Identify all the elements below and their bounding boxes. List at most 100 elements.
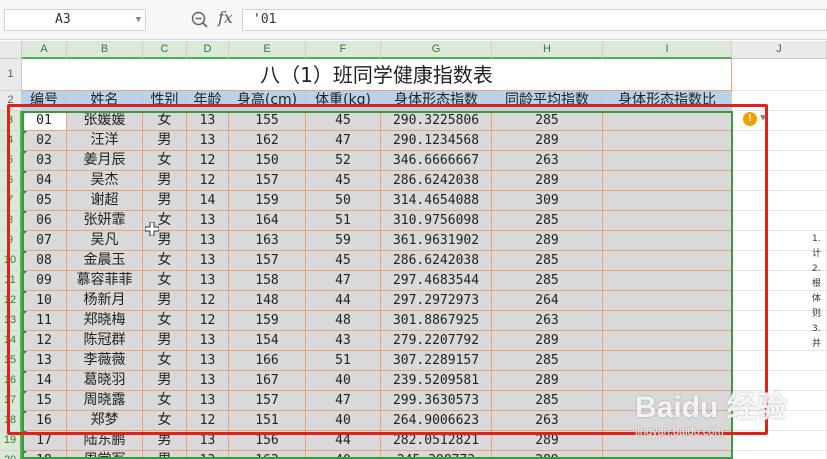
table-cell[interactable]: 285 <box>492 391 603 411</box>
chevron-down-icon[interactable]: ▼ <box>136 10 141 30</box>
select-all-corner[interactable] <box>0 41 22 59</box>
table-cell[interactable]: 158 <box>229 271 306 291</box>
table-cell[interactable]: 06 <box>22 211 67 231</box>
table-cell[interactable]: 289 <box>492 131 603 151</box>
table-cell[interactable]: 150 <box>229 151 306 171</box>
table-cell[interactable]: 郑梦 <box>67 411 143 431</box>
column-header-C[interactable]: C <box>143 41 187 59</box>
table-cell[interactable]: 13 <box>22 351 67 371</box>
row-header-4[interactable]: 4 <box>0 131 22 151</box>
table-cell[interactable]: 02 <box>22 131 67 151</box>
table-cell[interactable] <box>603 211 732 231</box>
row-header-11[interactable]: 11 <box>0 271 22 291</box>
cell-J[interactable] <box>732 451 827 459</box>
table-cell[interactable]: 12 <box>187 311 229 331</box>
table-cell[interactable]: 女 <box>143 251 187 271</box>
table-cell[interactable]: 13 <box>187 111 229 131</box>
table-cell[interactable]: 张媛媛 <box>67 111 143 131</box>
cell-J[interactable] <box>732 171 827 191</box>
table-cell[interactable]: 女 <box>143 271 187 291</box>
table-cell[interactable]: 285 <box>492 271 603 291</box>
table-cell[interactable]: 263 <box>492 151 603 171</box>
table-cell[interactable]: 346.6666667 <box>381 151 492 171</box>
table-cell[interactable]: 男 <box>143 171 187 191</box>
table-cell[interactable]: 47 <box>306 391 381 411</box>
table-cell[interactable]: 51 <box>306 211 381 231</box>
table-cell[interactable] <box>603 271 732 291</box>
table-cell[interactable]: 17 <box>22 431 67 451</box>
cell-J[interactable] <box>732 211 827 231</box>
table-cell[interactable]: 45 <box>306 171 381 191</box>
table-cell[interactable]: 18 <box>22 451 67 459</box>
table-cell[interactable]: 40 <box>306 411 381 431</box>
column-title-cell[interactable]: 同龄平均指数 <box>492 91 603 111</box>
table-cell[interactable]: 葛晓羽 <box>67 371 143 391</box>
table-cell[interactable]: 李薇薇 <box>67 351 143 371</box>
table-cell[interactable]: 03 <box>22 151 67 171</box>
table-cell[interactable]: 周堂军 <box>67 451 143 459</box>
table-cell[interactable]: 299.3630573 <box>381 391 492 411</box>
row-header-10[interactable]: 10 <box>0 251 22 271</box>
table-cell[interactable] <box>603 151 732 171</box>
table-cell[interactable]: 290.1234568 <box>381 131 492 151</box>
table-cell[interactable]: 13 <box>187 331 229 351</box>
cell-J[interactable] <box>732 191 827 211</box>
table-cell[interactable]: 163 <box>229 231 306 251</box>
table-cell[interactable] <box>603 111 732 131</box>
table-cell[interactable]: 301.8867925 <box>381 311 492 331</box>
table-cell[interactable]: 157 <box>229 391 306 411</box>
table-cell[interactable]: 50 <box>306 191 381 211</box>
table-cell[interactable]: 297.4683544 <box>381 271 492 291</box>
table-cell[interactable] <box>603 351 732 371</box>
table-cell[interactable]: 12 <box>187 291 229 311</box>
column-header-F[interactable]: F <box>306 41 381 59</box>
name-box[interactable]: A3 ▼ <box>4 9 146 31</box>
column-title-cell[interactable]: 编号 <box>22 91 67 111</box>
table-cell[interactable]: 285 <box>492 211 603 231</box>
table-cell[interactable]: 59 <box>306 231 381 251</box>
table-cell[interactable]: 女 <box>143 311 187 331</box>
table-cell[interactable] <box>603 311 732 331</box>
column-title-cell[interactable]: 身高(cm) <box>229 91 306 111</box>
table-cell[interactable]: 310.9756098 <box>381 211 492 231</box>
table-cell[interactable]: 156 <box>229 431 306 451</box>
table-cell[interactable]: 慕容菲菲 <box>67 271 143 291</box>
table-cell[interactable]: 男 <box>143 191 187 211</box>
cell-J[interactable] <box>732 411 827 431</box>
table-cell[interactable]: 159 <box>229 191 306 211</box>
row-header-19[interactable]: 19 <box>0 431 22 451</box>
cell-J[interactable] <box>732 351 827 371</box>
cell-J[interactable] <box>732 391 827 411</box>
table-cell[interactable]: 45 <box>306 251 381 271</box>
row-header-8[interactable]: 8 <box>0 211 22 231</box>
cell-J[interactable] <box>732 431 827 451</box>
table-cell[interactable]: 264 <box>492 291 603 311</box>
table-cell[interactable]: 13 <box>187 211 229 231</box>
cell-J1[interactable] <box>732 59 827 91</box>
table-cell[interactable]: 12 <box>187 411 229 431</box>
table-cell[interactable]: 263 <box>492 311 603 331</box>
column-header-I[interactable]: I <box>603 41 732 59</box>
table-cell[interactable]: 155 <box>229 111 306 131</box>
table-cell[interactable] <box>603 171 732 191</box>
row-header-13[interactable]: 13 <box>0 311 22 331</box>
error-check-icon[interactable]: ! <box>743 112 757 126</box>
table-cell[interactable]: 43 <box>306 331 381 351</box>
table-cell[interactable]: 361.9631902 <box>381 231 492 251</box>
column-title-cell[interactable]: 体重(kg) <box>306 91 381 111</box>
table-cell[interactable] <box>603 251 732 271</box>
table-cell[interactable]: 263 <box>492 411 603 431</box>
table-cell[interactable]: 285 <box>492 351 603 371</box>
table-cell[interactable]: 13 <box>187 231 229 251</box>
table-cell[interactable] <box>603 191 732 211</box>
table-cell[interactable]: 05 <box>22 191 67 211</box>
row-header-7[interactable]: 7 <box>0 191 22 211</box>
table-cell[interactable]: 290.3225806 <box>381 111 492 131</box>
table-cell[interactable]: 162 <box>229 131 306 151</box>
row-header-15[interactable]: 15 <box>0 351 22 371</box>
table-cell[interactable]: 52 <box>306 151 381 171</box>
column-header-B[interactable]: B <box>67 41 143 59</box>
table-cell[interactable] <box>603 431 732 451</box>
table-cell[interactable] <box>603 391 732 411</box>
zoom-icon[interactable] <box>190 10 210 30</box>
